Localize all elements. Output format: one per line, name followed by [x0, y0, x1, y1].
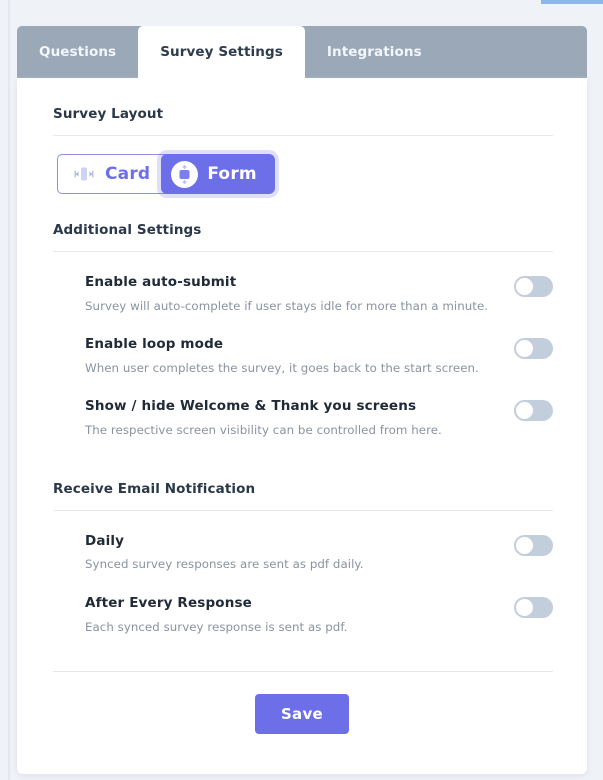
setting-row-auto-submit: Enable auto-submit Survey will auto-comp… [35, 252, 569, 314]
setting-description: The respective screen visibility can be … [85, 423, 442, 438]
page-left-gutter [8, 0, 10, 780]
toggle-after-every-response[interactable] [514, 596, 553, 618]
layout-option-card[interactable]: Card [57, 154, 174, 194]
toggle-knob [516, 278, 533, 295]
tab-integrations[interactable]: Integrations [305, 26, 444, 78]
setting-row-daily: Daily Synced survey responses are sent a… [35, 511, 569, 573]
layout-option-form[interactable]: Form [161, 154, 275, 194]
toggle-knob [516, 536, 533, 554]
setting-label: After Every Response [85, 594, 252, 611]
toggle-knob [516, 598, 533, 616]
setting-text: Daily Synced survey responses are sent a… [85, 533, 364, 573]
save-button[interactable]: Save [254, 694, 350, 735]
settings-card: Survey Layout Card Form Additional Setti… [17, 78, 587, 775]
toggle-auto-submit[interactable] [514, 276, 553, 297]
setting-text: Enable loop mode When user completes the… [85, 336, 479, 376]
tab-bar: Questions Survey Settings Integrations [17, 26, 587, 78]
setting-label: Daily [85, 532, 125, 549]
setting-text: Enable auto-submit Survey will auto-comp… [85, 274, 488, 314]
layout-option-form-label: Form [207, 164, 257, 184]
setting-label: Show / hide Welcome & Thank you screens [85, 398, 417, 415]
tab-survey-settings[interactable]: Survey Settings [138, 26, 305, 78]
setting-row-loop-mode: Enable loop mode When user completes the… [35, 314, 569, 376]
setting-description: When user completes the survey, it goes … [85, 361, 479, 376]
settings-panel: Questions Survey Settings Integrations S… [17, 26, 587, 775]
setting-text: After Every Response Each synced survey … [85, 595, 347, 635]
layout-option-card-label: Card [105, 164, 151, 184]
form-layout-icon [171, 160, 199, 188]
card-layout-icon [72, 165, 96, 183]
setting-label: Enable loop mode [85, 336, 224, 353]
setting-label: Enable auto-submit [85, 274, 237, 290]
additional-settings-heading: Additional Settings [53, 222, 202, 238]
toggle-loop-mode[interactable] [514, 338, 553, 360]
setting-row-after-every-response: After Every Response Each synced survey … [35, 573, 569, 635]
survey-layout-options: Card Form [35, 136, 569, 194]
layout-segmented-control: Card Form [57, 154, 275, 194]
toggle-knob [516, 340, 533, 358]
setting-row-welcome-thankyou-screens: Show / hide Welcome & Thank you screens … [35, 376, 569, 438]
toggle-daily[interactable] [514, 534, 553, 556]
survey-layout-heading: Survey Layout [53, 106, 164, 122]
email-notification-heading: Receive Email Notification [53, 480, 256, 497]
toggle-knob [516, 402, 533, 420]
toggle-welcome-thankyou-screens[interactable] [514, 400, 553, 422]
tab-questions[interactable]: Questions [17, 26, 138, 78]
setting-description: Synced survey responses are sent as pdf … [85, 557, 364, 572]
setting-text: Show / hide Welcome & Thank you screens … [85, 398, 442, 438]
top-right-accent-bar [541, 0, 603, 4]
setting-description: Survey will auto-complete if user stays … [85, 298, 489, 313]
setting-description: Each synced survey response is sent as p… [85, 619, 348, 634]
footer-actions: Save [35, 672, 569, 735]
